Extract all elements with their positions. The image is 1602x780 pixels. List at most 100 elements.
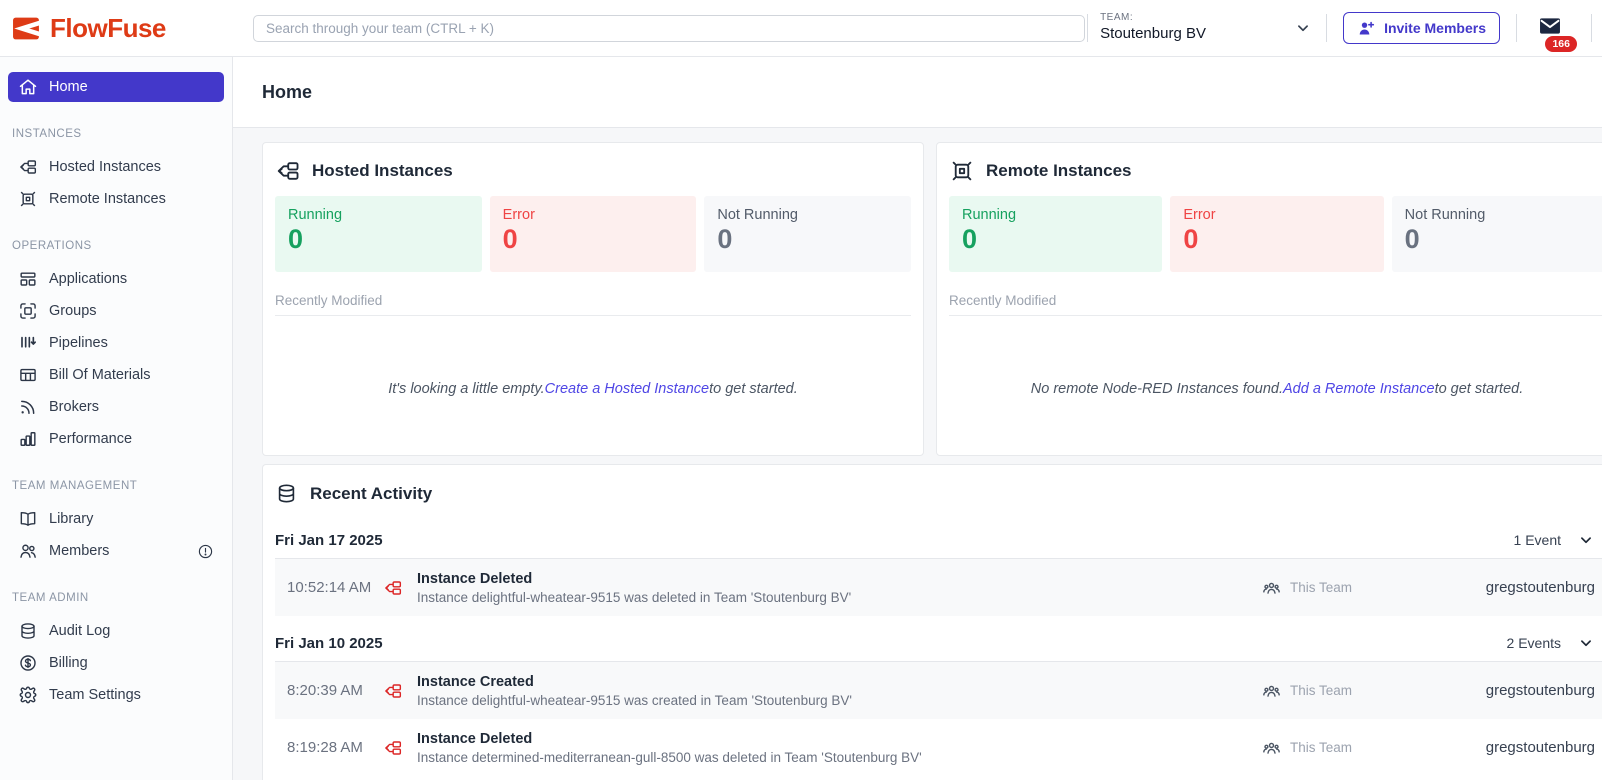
remote-empty-state-link[interactable]: Add a Remote Instance <box>1283 381 1435 397</box>
sidebar-item-label: Performance <box>49 431 133 447</box>
event-time: 8:20:39 AM <box>287 682 363 699</box>
chevron-down-icon[interactable] <box>1577 634 1595 652</box>
page-content: Hosted Instances Running 0 Error 0 Not Runnin… <box>233 128 1602 780</box>
stat-label: Running <box>962 207 1017 223</box>
sidebar-item-pipelines[interactable]: Pipelines <box>8 328 224 358</box>
applications-icon <box>18 269 38 289</box>
stat-value: 0 <box>1183 224 1199 254</box>
team-settings-icon <box>18 685 38 705</box>
sidebar-item-groups[interactable]: Groups <box>8 296 224 326</box>
audit-log-icon <box>18 621 38 641</box>
page-title: Home <box>262 81 313 102</box>
stat-value: 0 <box>1404 224 1420 254</box>
sidebar: Home INSTANCES Hosted Instances Remote Ins… <box>0 57 233 780</box>
notifications-button[interactable]: 166 <box>1535 13 1577 52</box>
sidebar-item-home[interactable]: Home <box>8 72 224 102</box>
event-user: gregstoutenburg <box>1485 682 1595 699</box>
sidebar-section-title: TEAM MANAGEMENT <box>12 480 138 492</box>
sidebar-item-applications[interactable]: Applications <box>8 264 224 294</box>
sidebar-item-remote-instances[interactable]: Remote Instances <box>8 184 224 214</box>
remote-instances-icon <box>18 189 38 209</box>
remote-instances-card: Remote Instances Running 0 Error 0 Not Runnin… <box>936 142 1602 456</box>
stat-label: Not Running <box>1404 207 1486 223</box>
chevron-down-icon[interactable] <box>1294 19 1312 37</box>
recently-modified-label: Recently Modified <box>949 293 1602 316</box>
home-icon <box>18 77 38 97</box>
event-time: 10:52:14 AM <box>287 579 372 596</box>
sidebar-item-team-settings[interactable]: Team Settings <box>8 680 224 710</box>
sidebar-item-label: Members <box>49 543 110 559</box>
hosted-instances-icon <box>383 681 405 701</box>
audit-log-icon <box>275 482 298 505</box>
page-header: Home <box>233 57 1602 128</box>
card-header: Hosted Instances <box>263 143 923 194</box>
sidebar-item-billing[interactable]: Billing <box>8 648 224 678</box>
stat-label: Not Running <box>717 207 798 223</box>
recent-activity-header: Recent Activity <box>263 465 1602 515</box>
sidebar-item-label: Groups <box>49 303 97 319</box>
sidebar-item-bill-of-materials[interactable]: Bill Of Materials <box>8 360 224 390</box>
chevron-down-icon[interactable] <box>1577 531 1595 549</box>
sidebar-item-hosted-instances[interactable]: Hosted Instances <box>8 152 224 182</box>
bill-of-materials-icon <box>18 365 38 385</box>
event-description: Instance delightful-wheatear-9515 was de… <box>417 589 852 605</box>
sidebar-section-title: INSTANCES <box>12 128 82 140</box>
members-icon <box>18 541 38 561</box>
event-time: 8:19:28 AM <box>287 739 363 756</box>
sidebar-item-label: Remote Instances <box>49 191 166 207</box>
stat-tile-error: Error 0 <box>489 196 697 272</box>
sidebar-item-brokers[interactable]: Brokers <box>8 392 224 422</box>
header-divider <box>1591 14 1592 42</box>
groups-icon <box>18 301 38 321</box>
hosted-empty-state-link[interactable]: Create a Hosted Instance <box>545 381 709 397</box>
stat-label: Error <box>1183 207 1216 223</box>
header-divider <box>1087 14 1089 42</box>
header-divider <box>1326 14 1328 42</box>
hosted-instances-icon <box>275 158 301 184</box>
sidebar-item-performance[interactable]: Performance <box>8 424 224 454</box>
sidebar-section-title: OPERATIONS <box>12 240 92 252</box>
user-plus-icon <box>1357 19 1376 38</box>
invite-members-label: Invite Members <box>1384 20 1486 36</box>
recently-modified-label: Recently Modified <box>275 293 911 316</box>
performance-icon <box>18 429 38 449</box>
event-title: Instance Created <box>417 673 534 690</box>
flowfuse-logo[interactable]: FlowFuse <box>0 13 233 44</box>
hosted-instances-icon <box>18 157 38 177</box>
stat-tile-not-running: Not Running 0 <box>704 196 912 272</box>
sidebar-item-label: Team Settings <box>49 687 141 703</box>
empty-text: It's looking a little empty. <box>388 380 545 397</box>
pipelines-icon <box>18 333 38 353</box>
recent-activity-panel: Recent Activity Fri Jan 17 2025 1 Event 10… <box>262 464 1602 780</box>
sidebar-item-library[interactable]: Library <box>8 504 224 534</box>
stat-label: Error <box>502 207 535 223</box>
top-header: FlowFuse TEAM: Stoutenburg BV Invite Mem… <box>0 0 1602 57</box>
card-title: Remote Instances <box>986 161 1132 180</box>
event-scope: This Team <box>1290 580 1353 595</box>
main-area: Home Hosted Instances Running 0 Error 0 Not R… <box>233 57 1602 780</box>
event-title: Instance Deleted <box>417 570 533 587</box>
library-icon <box>18 509 38 529</box>
team-icon <box>1262 738 1281 757</box>
activity-group-header: Fri Jan 10 2025 2 Events <box>275 626 1602 662</box>
event-scope: This Team <box>1290 683 1353 698</box>
activity-group-header: Fri Jan 17 2025 1 Event <box>275 523 1602 559</box>
sidebar-item-audit-log[interactable]: Audit Log <box>8 616 224 646</box>
empty-text: No remote Node-RED Instances found. <box>1030 380 1284 397</box>
hosted-instances-icon <box>383 738 405 758</box>
empty-text: to get started. <box>709 380 798 397</box>
activity-event-row: 8:19:28 AM Instance Deleted Instance deter… <box>275 719 1602 776</box>
activity-date: Fri Jan 17 2025 <box>275 531 383 549</box>
empty-state: It's looking a little empty. Create a Ho… <box>263 316 923 461</box>
team-selector[interactable]: TEAM: Stoutenburg BV <box>1100 12 1312 43</box>
sidebar-item-members[interactable]: Members <box>8 536 224 566</box>
brokers-icon <box>18 397 38 417</box>
sidebar-section-title: TEAM ADMIN <box>12 592 89 604</box>
invite-members-button[interactable]: Invite Members <box>1343 12 1500 44</box>
event-user: gregstoutenburg <box>1485 579 1595 596</box>
card-title: Hosted Instances <box>312 161 453 180</box>
sidebar-item-label: Home <box>49 79 88 95</box>
event-user: gregstoutenburg <box>1485 739 1595 756</box>
search-input[interactable] <box>253 14 1085 42</box>
brand-name: FlowFuse <box>50 12 166 43</box>
